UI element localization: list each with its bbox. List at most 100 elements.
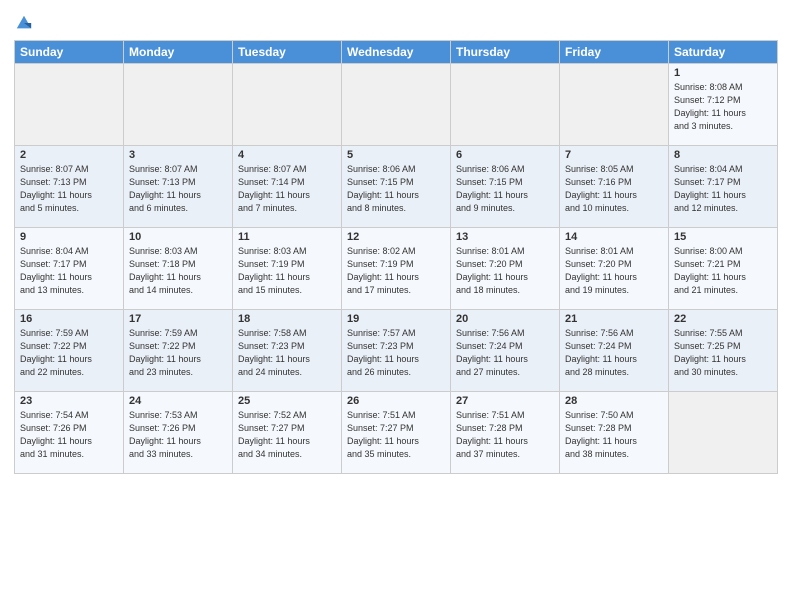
day-number: 17 — [129, 313, 227, 325]
day-number: 7 — [565, 149, 663, 161]
day-number: 21 — [565, 313, 663, 325]
day-info: Sunrise: 7:59 AMSunset: 7:22 PMDaylight:… — [129, 327, 227, 379]
day-info: Sunrise: 7:54 AMSunset: 7:26 PMDaylight:… — [20, 409, 118, 461]
logo — [14, 14, 33, 32]
day-number: 22 — [674, 313, 772, 325]
calendar-cell: 10 Sunrise: 8:03 AMSunset: 7:18 PMDayligh… — [124, 228, 233, 310]
day-number: 28 — [565, 395, 663, 407]
day-info: Sunrise: 7:56 AMSunset: 7:24 PMDaylight:… — [456, 327, 554, 379]
calendar-cell: 26 Sunrise: 7:51 AMSunset: 7:27 PMDayligh… — [342, 392, 451, 474]
calendar-cell — [560, 64, 669, 146]
calendar-cell: 14 Sunrise: 8:01 AMSunset: 7:20 PMDayligh… — [560, 228, 669, 310]
day-number: 8 — [674, 149, 772, 161]
calendar-cell: 16Sunrise: 7:59 AMSunset: 7:22 PMDayligh… — [15, 310, 124, 392]
calendar-cell: 19Sunrise: 7:57 AMSunset: 7:23 PMDayligh… — [342, 310, 451, 392]
day-info: Sunrise: 8:03 AMSunset: 7:19 PMDaylight:… — [238, 245, 336, 297]
page-header — [14, 10, 778, 32]
day-info: Sunrise: 8:05 AMSunset: 7:16 PMDaylight:… — [565, 163, 663, 215]
day-info: Sunrise: 7:56 AMSunset: 7:24 PMDaylight:… — [565, 327, 663, 379]
calendar-cell — [669, 392, 778, 474]
day-number: 20 — [456, 313, 554, 325]
calendar-header-row: SundayMondayTuesdayWednesdayThursdayFrid… — [15, 41, 778, 64]
day-info: Sunrise: 7:52 AMSunset: 7:27 PMDaylight:… — [238, 409, 336, 461]
day-info: Sunrise: 8:01 AMSunset: 7:20 PMDaylight:… — [565, 245, 663, 297]
day-info: Sunrise: 8:06 AMSunset: 7:15 PMDaylight:… — [347, 163, 445, 215]
day-info: Sunrise: 7:57 AMSunset: 7:23 PMDaylight:… — [347, 327, 445, 379]
day-info: Sunrise: 8:08 AMSunset: 7:12 PMDaylight:… — [674, 81, 772, 133]
day-info: Sunrise: 7:50 AMSunset: 7:28 PMDaylight:… — [565, 409, 663, 461]
day-number: 26 — [347, 395, 445, 407]
day-info: Sunrise: 8:03 AMSunset: 7:18 PMDaylight:… — [129, 245, 227, 297]
calendar-week-1: 1 Sunrise: 8:08 AMSunset: 7:12 PMDaylight… — [15, 64, 778, 146]
calendar-cell: 8Sunrise: 8:04 AMSunset: 7:17 PMDaylight… — [669, 146, 778, 228]
calendar-week-2: 2 Sunrise: 8:07 AMSunset: 7:13 PMDaylight… — [15, 146, 778, 228]
calendar-cell — [342, 64, 451, 146]
calendar-cell: 3 Sunrise: 8:07 AMSunset: 7:13 PMDaylight… — [124, 146, 233, 228]
calendar-cell: 1 Sunrise: 8:08 AMSunset: 7:12 PMDaylight… — [669, 64, 778, 146]
calendar-cell: 20 Sunrise: 7:56 AMSunset: 7:24 PMDayligh… — [451, 310, 560, 392]
col-header-monday: Monday — [124, 41, 233, 64]
day-info: Sunrise: 8:02 AMSunset: 7:19 PMDaylight:… — [347, 245, 445, 297]
col-header-friday: Friday — [560, 41, 669, 64]
day-number: 2 — [20, 149, 118, 161]
calendar-cell: 7 Sunrise: 8:05 AMSunset: 7:16 PMDaylight… — [560, 146, 669, 228]
col-header-thursday: Thursday — [451, 41, 560, 64]
day-info: Sunrise: 7:58 AMSunset: 7:23 PMDaylight:… — [238, 327, 336, 379]
day-number: 10 — [129, 231, 227, 243]
day-info: Sunrise: 7:51 AMSunset: 7:28 PMDaylight:… — [456, 409, 554, 461]
day-info: Sunrise: 8:07 AMSunset: 7:14 PMDaylight:… — [238, 163, 336, 215]
calendar-cell: 9 Sunrise: 8:04 AMSunset: 7:17 PMDaylight… — [15, 228, 124, 310]
day-info: Sunrise: 8:04 AMSunset: 7:17 PMDaylight:… — [20, 245, 118, 297]
day-number: 27 — [456, 395, 554, 407]
calendar-cell — [15, 64, 124, 146]
calendar-cell: 12 Sunrise: 8:02 AMSunset: 7:19 PMDayligh… — [342, 228, 451, 310]
calendar-cell: 11 Sunrise: 8:03 AMSunset: 7:19 PMDayligh… — [233, 228, 342, 310]
col-header-tuesday: Tuesday — [233, 41, 342, 64]
calendar-cell: 5 Sunrise: 8:06 AMSunset: 7:15 PMDaylight… — [342, 146, 451, 228]
day-info: Sunrise: 8:07 AMSunset: 7:13 PMDaylight:… — [20, 163, 118, 215]
calendar-cell — [233, 64, 342, 146]
calendar-week-3: 9 Sunrise: 8:04 AMSunset: 7:17 PMDaylight… — [15, 228, 778, 310]
day-number: 15 — [674, 231, 772, 243]
day-number: 25 — [238, 395, 336, 407]
day-info: Sunrise: 8:06 AMSunset: 7:15 PMDaylight:… — [456, 163, 554, 215]
calendar-cell: 13 Sunrise: 8:01 AMSunset: 7:20 PMDayligh… — [451, 228, 560, 310]
day-number: 11 — [238, 231, 336, 243]
col-header-sunday: Sunday — [15, 41, 124, 64]
day-number: 16 — [20, 313, 118, 325]
day-number: 5 — [347, 149, 445, 161]
calendar-cell: 27 Sunrise: 7:51 AMSunset: 7:28 PMDayligh… — [451, 392, 560, 474]
day-number: 13 — [456, 231, 554, 243]
calendar: SundayMondayTuesdayWednesdayThursdayFrid… — [14, 40, 778, 474]
day-info: Sunrise: 8:00 AMSunset: 7:21 PMDaylight:… — [674, 245, 772, 297]
day-number: 4 — [238, 149, 336, 161]
day-info: Sunrise: 7:55 AMSunset: 7:25 PMDaylight:… — [674, 327, 772, 379]
calendar-cell: 2 Sunrise: 8:07 AMSunset: 7:13 PMDaylight… — [15, 146, 124, 228]
day-number: 14 — [565, 231, 663, 243]
col-header-wednesday: Wednesday — [342, 41, 451, 64]
day-number: 18 — [238, 313, 336, 325]
day-number: 23 — [20, 395, 118, 407]
day-number: 12 — [347, 231, 445, 243]
day-number: 9 — [20, 231, 118, 243]
col-header-saturday: Saturday — [669, 41, 778, 64]
calendar-cell: 15 Sunrise: 8:00 AMSunset: 7:21 PMDayligh… — [669, 228, 778, 310]
day-info: Sunrise: 7:53 AMSunset: 7:26 PMDaylight:… — [129, 409, 227, 461]
calendar-cell: 28 Sunrise: 7:50 AMSunset: 7:28 PMDayligh… — [560, 392, 669, 474]
calendar-cell: 17 Sunrise: 7:59 AMSunset: 7:22 PMDayligh… — [124, 310, 233, 392]
calendar-cell: 4 Sunrise: 8:07 AMSunset: 7:14 PMDaylight… — [233, 146, 342, 228]
day-info: Sunrise: 8:07 AMSunset: 7:13 PMDaylight:… — [129, 163, 227, 215]
day-number: 3 — [129, 149, 227, 161]
calendar-cell: 18 Sunrise: 7:58 AMSunset: 7:23 PMDayligh… — [233, 310, 342, 392]
calendar-cell: 24 Sunrise: 7:53 AMSunset: 7:26 PMDayligh… — [124, 392, 233, 474]
calendar-cell: 21 Sunrise: 7:56 AMSunset: 7:24 PMDayligh… — [560, 310, 669, 392]
day-info: Sunrise: 7:51 AMSunset: 7:27 PMDaylight:… — [347, 409, 445, 461]
calendar-week-4: 16 Sunrise: 7:59 AMSunset: 7:22 PMDayligh… — [15, 310, 778, 392]
calendar-cell: 22 Sunrise: 7:55 AMSunset: 7:25 PMDayligh… — [669, 310, 778, 392]
day-number: 24 — [129, 395, 227, 407]
logo-icon — [15, 14, 33, 32]
day-info: Sunrise: 8:01 AMSunset: 7:20 PMDaylight:… — [456, 245, 554, 297]
calendar-week-5: 23 Sunrise: 7:54 AMSunset: 7:26 PMDayligh… — [15, 392, 778, 474]
day-number: 1 — [674, 67, 772, 79]
calendar-cell — [451, 64, 560, 146]
